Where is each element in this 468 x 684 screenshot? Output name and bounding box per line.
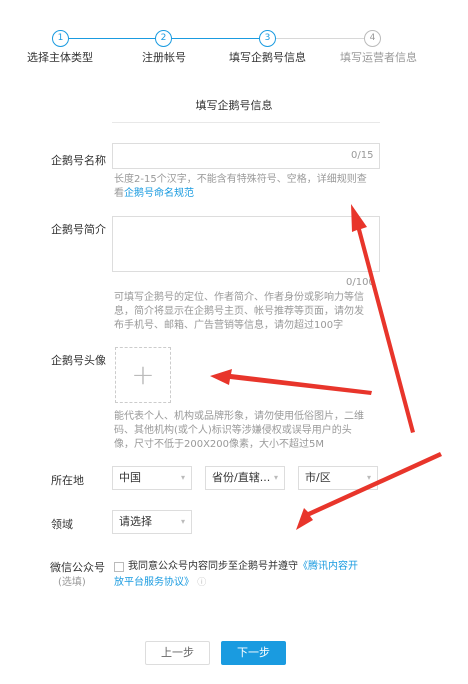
intro-counter: 0/100 (346, 277, 375, 288)
name-help-line2: 看企鹅号命名规范 (114, 187, 389, 201)
country-value: 中国 (119, 471, 141, 484)
service-agreement-link-start[interactable]: 《腾讯内容开 (298, 561, 358, 572)
intro-help-line3: 布手机号、邮箱、广告营销等信息，请勿超过100字 (114, 320, 344, 331)
intro-textarea[interactable] (112, 216, 380, 272)
name-field-label: 企鹅号名称 (51, 154, 106, 167)
step-1-label: 选择主体类型 (27, 51, 93, 64)
intro-help-line1: 可填写企鹅号的定位、作者简介、作者身份或影响力等信 (114, 292, 364, 303)
chevron-down-icon: ▾ (273, 473, 278, 482)
intro-help: 可填写企鹅号的定位、作者简介、作者身份或影响力等信 息，简介将显示在企鹅号主页、… (114, 291, 389, 333)
avatar-field-label: 企鹅号头像 (51, 354, 106, 367)
domain-select[interactable]: 请选择 ▾ (112, 510, 192, 534)
name-input[interactable] (112, 143, 380, 169)
avatar-help-line2: 码、其他机构(或个人)标识等涉嫌侵权或误导用户的头 (114, 425, 352, 436)
naming-rules-link[interactable]: 企鹅号命名规范 (124, 188, 194, 199)
name-help: 长度2-15个汉字，不能含有特殊符号、空格，详细规则查 看企鹅号命名规范 (114, 173, 389, 201)
country-select[interactable]: 中国 ▾ (112, 466, 192, 490)
wechat-agreement-line1: 我同意公众号内容同步至企鹅号并遵守《腾讯内容开 (128, 560, 388, 574)
step-3-label: 填写企鹅号信息 (229, 51, 306, 64)
intro-help-line2: 息，简介将显示在企鹅号主页、帐号推荐等页面，请勿发 (114, 306, 364, 317)
annotation-arrow-down-icon (296, 452, 442, 530)
wechat-agreement-line2: 放平台服务协议》 ⓘ (114, 576, 374, 590)
domain-value: 请选择 (119, 515, 152, 528)
city-value: 市/区 (305, 471, 331, 484)
name-help-prefix: 看 (114, 188, 124, 199)
step-4-label: 填写运营者信息 (340, 51, 417, 64)
wechat-agreement-text: 我同意公众号内容同步至企鹅号并遵守 (128, 561, 298, 572)
avatar-help-line1: 能代表个人、机构或品牌形象，请勿使用低俗图片，二维 (114, 411, 364, 422)
chevron-down-icon: ▾ (180, 473, 185, 482)
step-line-2-3 (172, 38, 259, 40)
service-agreement-link-end[interactable]: 放平台服务协议》 (114, 577, 194, 588)
name-help-line1: 长度2-15个汉字，不能含有特殊符号、空格，详细规则查 (114, 174, 367, 185)
avatar-help: 能代表个人、机构或品牌形象，请勿使用低俗图片，二维 码、其他机构(或个人)标识等… (114, 410, 389, 452)
avatar-help-line3: 像，尺寸不低于200X200像素，大小不超过5M (114, 439, 325, 450)
avatar-upload-box[interactable]: + (115, 347, 171, 403)
section-divider (112, 122, 380, 123)
province-select[interactable]: 省份/直辖... ▾ (205, 466, 285, 490)
step-line-3-4 (276, 38, 364, 40)
info-icon[interactable]: ⓘ (197, 578, 206, 588)
name-counter: 0/15 (351, 150, 374, 161)
step-line-1-2 (69, 38, 155, 40)
chevron-down-icon: ▾ (366, 473, 371, 482)
step-4-circle: 4 (364, 30, 381, 47)
intro-field-label: 企鹅号简介 (51, 223, 106, 236)
wechat-optional-label: (选填) (58, 577, 86, 588)
province-value: 省份/直辖... (212, 471, 271, 484)
step-2-label: 注册帐号 (142, 51, 186, 64)
wechat-agreement: 我同意公众号内容同步至企鹅号并遵守《腾讯内容开 (128, 560, 388, 574)
domain-field-label: 领域 (51, 518, 73, 531)
location-field-label: 所在地 (51, 474, 84, 487)
step-1-circle: 1 (52, 30, 69, 47)
previous-step-button[interactable]: 上一步 (145, 641, 210, 665)
next-step-button[interactable]: 下一步 (221, 641, 286, 665)
annotation-arrow-left-icon (210, 369, 372, 395)
plus-icon: + (131, 358, 155, 391)
step-3-circle: 3 (259, 30, 276, 47)
city-select[interactable]: 市/区 ▾ (298, 466, 378, 490)
section-title: 填写企鹅号信息 (195, 99, 273, 112)
chevron-down-icon: ▾ (180, 517, 185, 526)
sync-agree-checkbox[interactable] (114, 562, 124, 572)
step-2-circle: 2 (155, 30, 172, 47)
